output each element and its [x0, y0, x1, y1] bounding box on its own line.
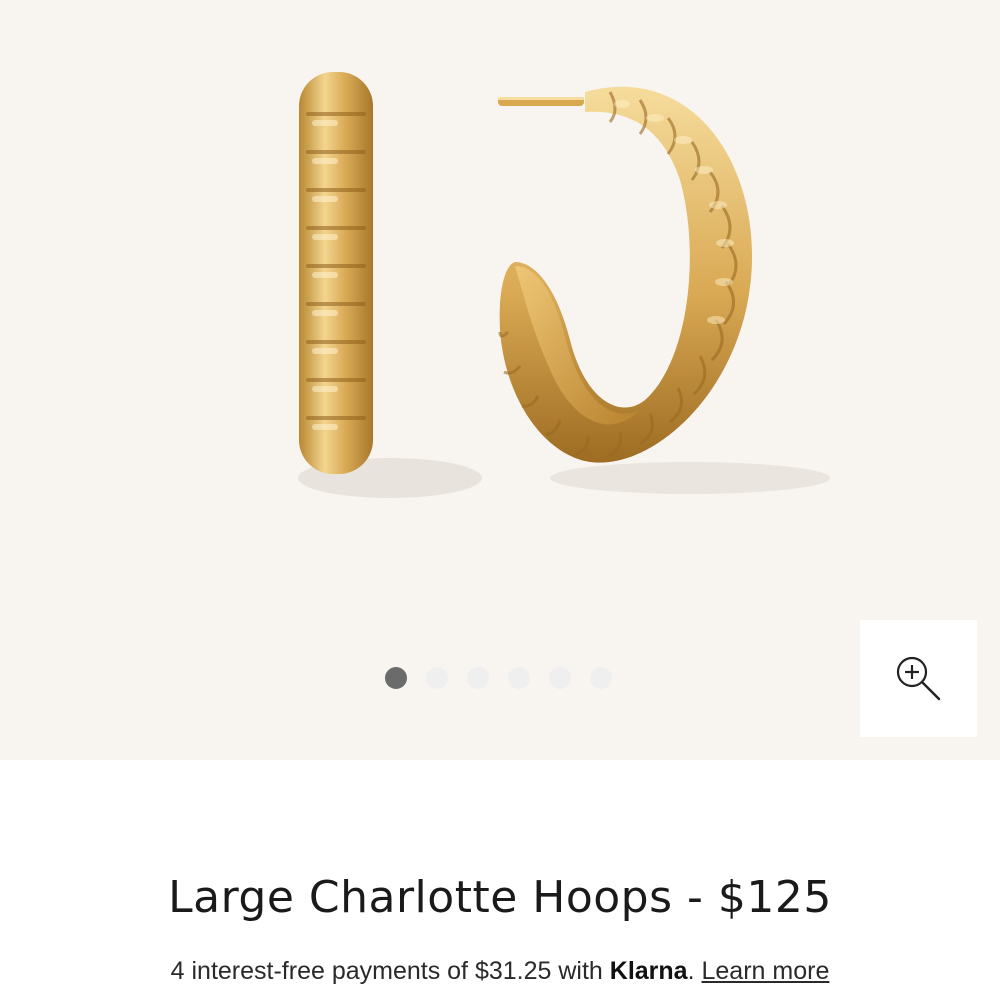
carousel-dot-6[interactable] — [590, 667, 612, 689]
payment-text: 4 interest-free payments of $31.25 with — [170, 957, 603, 985]
klarna-label: Klarna — [609, 957, 688, 985]
carousel-dot-3[interactable] — [467, 667, 489, 689]
zoom-button[interactable] — [860, 620, 977, 737]
product-info: Large Charlotte Hoops - $125 4 interest-… — [0, 760, 1000, 1000]
product-gallery[interactable] — [0, 0, 1000, 760]
product-title: Large Charlotte Hoops - $125 — [168, 872, 832, 923]
klarna-payment-info: 4 interest-free payments of $31.25 with … — [0, 957, 1000, 986]
product-image — [298, 72, 830, 498]
carousel-dot-4[interactable] — [508, 667, 530, 689]
zoom-in-icon — [896, 656, 940, 700]
right-hoop — [498, 86, 753, 463]
carousel-dot-1[interactable] — [385, 667, 407, 689]
left-hoop — [299, 72, 373, 474]
payment-separator: . — [687, 957, 695, 985]
carousel-dot-5[interactable] — [549, 667, 571, 689]
carousel-dot-2[interactable] — [426, 667, 448, 689]
carousel-dots — [385, 667, 612, 689]
learn-more-link[interactable]: Learn more — [702, 957, 830, 985]
